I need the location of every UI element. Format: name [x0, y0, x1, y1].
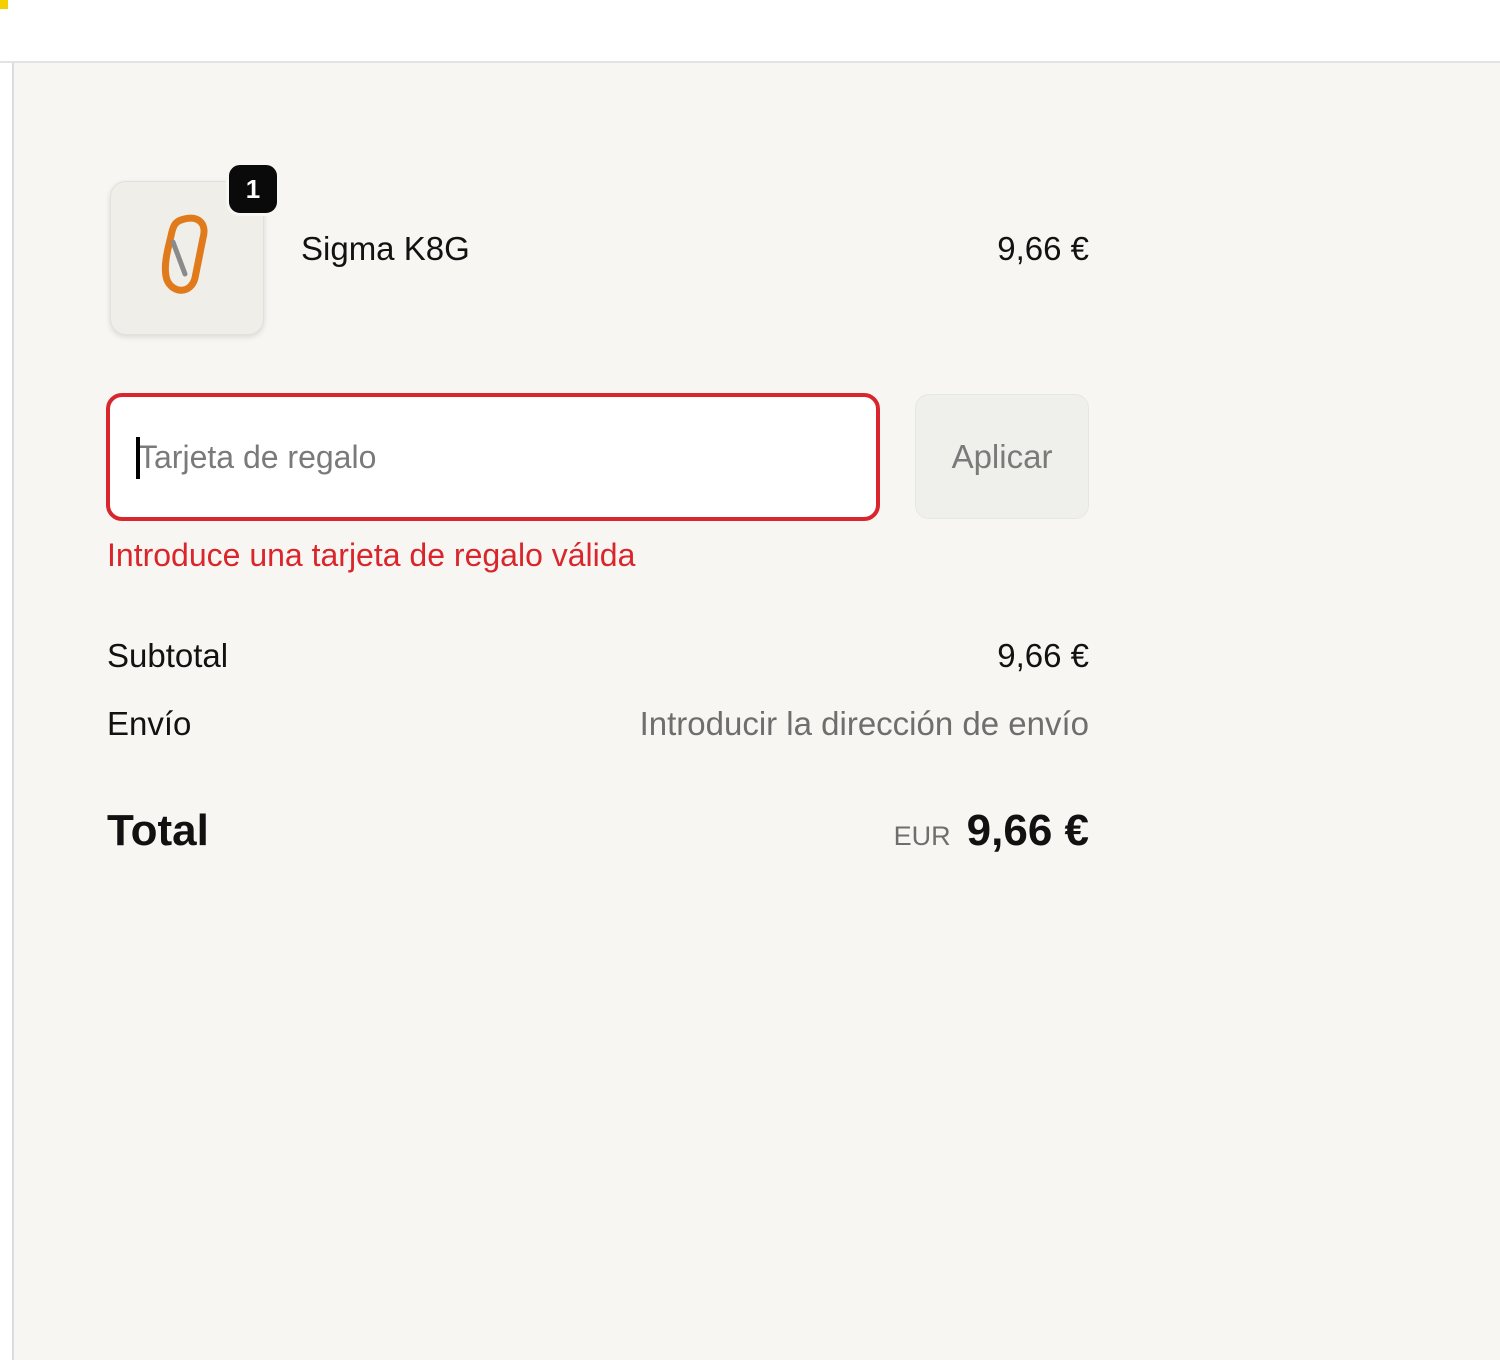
top-header [0, 0, 1500, 63]
product-name: Sigma K8G [301, 230, 470, 267]
apply-gift-card-button[interactable]: Aplicar [915, 394, 1089, 519]
total-label: Total [107, 806, 209, 855]
total-value: EUR 9,66 € [894, 806, 1089, 856]
subtotal-label: Subtotal [107, 637, 229, 674]
carabiner-icon [161, 214, 208, 294]
currency-code: EUR [893, 821, 951, 851]
quantity-badge: 1 [226, 162, 280, 216]
header-accent [0, 0, 8, 9]
subtotal-value: 9,66 € [997, 637, 1089, 674]
gift-card-input[interactable] [106, 393, 880, 521]
text-caret [136, 437, 140, 479]
shipping-label: Envío [107, 705, 192, 742]
gift-card-error-message: Introduce una tarjeta de regalo válida [107, 537, 636, 573]
order-summary-panel: 1 Sigma K8G 9,66 € Aplicar Introduce una… [12, 63, 1500, 1360]
product-price: 9,66 € [997, 230, 1089, 267]
total-amount: 9,66 € [966, 806, 1089, 855]
shipping-value: Introducir la dirección de envío [639, 705, 1089, 742]
